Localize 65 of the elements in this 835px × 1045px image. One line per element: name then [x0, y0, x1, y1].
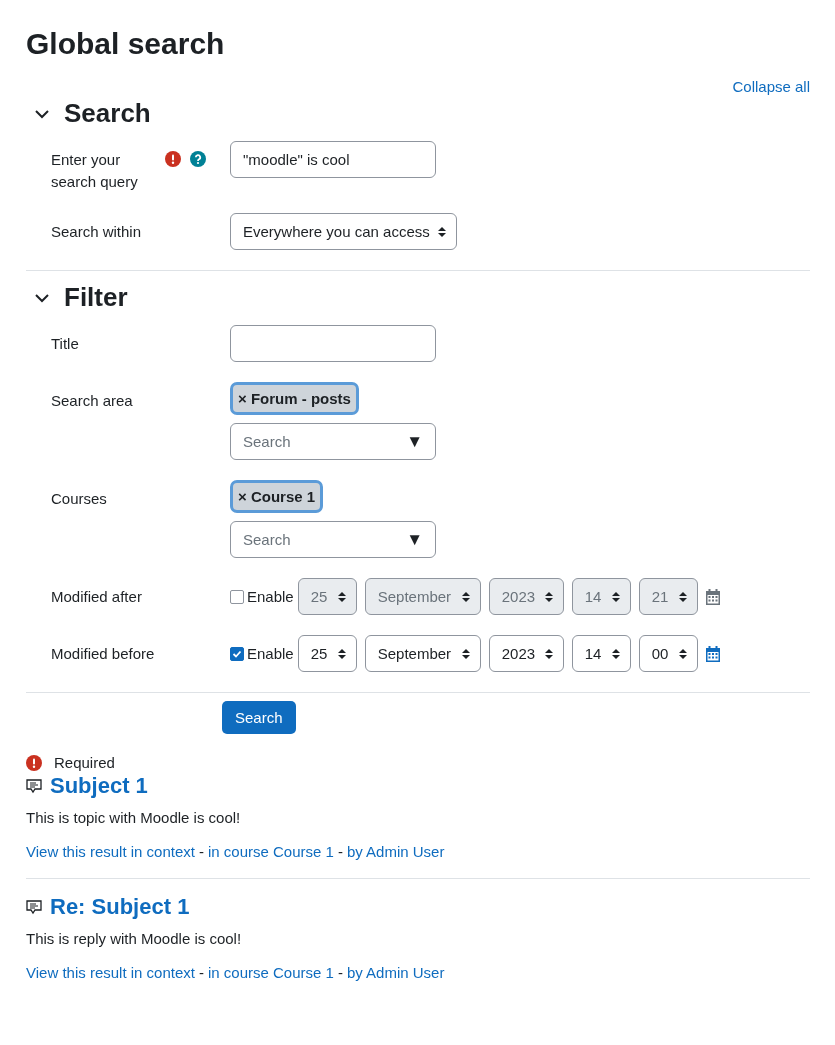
- up-down-arrows-icon: [437, 226, 446, 237]
- separator: -: [199, 963, 204, 983]
- up-down-arrows-icon: [337, 648, 346, 659]
- date-dropdown[interactable]: 2023: [488, 635, 564, 672]
- search-dropdown[interactable]: Search ▼: [230, 423, 436, 460]
- search-button[interactable]: Search: [222, 701, 296, 734]
- search-dropdown[interactable]: Search ▼: [230, 521, 436, 558]
- selected-tag[interactable]: × Forum - posts: [230, 382, 359, 415]
- result-content: This is reply with Moodle is cool!: [26, 929, 243, 949]
- field-label: Title: [51, 334, 79, 354]
- result-link[interactable]: View this result in context: [26, 842, 195, 862]
- section-title[interactable]: Search: [64, 98, 151, 130]
- result-link[interactable]: by Admin User: [346, 963, 445, 983]
- result-link[interactable]: in course Course 1: [208, 963, 334, 983]
- up-down-arrows-icon: [337, 591, 346, 602]
- date-dropdown[interactable]: 25: [297, 635, 357, 672]
- checkbox-label: Enable: [247, 645, 294, 662]
- separator: -: [199, 842, 204, 862]
- date-dropdown[interactable]: 21: [638, 578, 698, 615]
- date-dropdown[interactable]: 00: [638, 635, 698, 672]
- checkbox[interactable]: [230, 646, 244, 661]
- up-down-arrows-icon: [544, 591, 553, 602]
- up-down-arrows-icon: [461, 648, 470, 659]
- checkbox-label: Enable: [247, 588, 294, 605]
- section-title[interactable]: Filter: [64, 282, 128, 314]
- result-content: This is topic with Moodle is cool!: [26, 808, 242, 828]
- field-label: Enter your search query: [51, 150, 139, 192]
- up-down-arrows-icon: [544, 648, 553, 659]
- result-title[interactable]: Re: Subject 1: [50, 893, 190, 921]
- page-title: Global search: [26, 26, 226, 62]
- date-dropdown[interactable]: 2023: [488, 578, 564, 615]
- checkbox[interactable]: [230, 589, 244, 604]
- field-label: Modified before: [51, 644, 155, 664]
- up-down-arrows-icon: [611, 648, 620, 659]
- field-label: Search within: [51, 222, 142, 242]
- up-down-arrows-icon: [461, 591, 470, 602]
- separator: -: [337, 842, 343, 862]
- field-label: Search area: [51, 391, 133, 411]
- result-title[interactable]: Subject 1: [50, 772, 148, 800]
- required-icon: [26, 755, 42, 771]
- forum-post-icon: [26, 899, 42, 915]
- up-down-arrows-icon: [678, 648, 687, 659]
- forum-post-icon: [26, 778, 42, 794]
- required-note: Required: [54, 754, 115, 772]
- checkmark-icon: [232, 648, 242, 659]
- text-field[interactable]: "moodle" is cool: [230, 141, 436, 178]
- text-field[interactable]: [230, 325, 436, 362]
- up-down-arrows-icon: [678, 591, 687, 602]
- field-label: Courses: [51, 489, 107, 509]
- result-link[interactable]: in course Course 1: [208, 842, 334, 862]
- date-dropdown[interactable]: 14: [571, 578, 631, 615]
- separator: -: [337, 963, 343, 983]
- calendar-icon[interactable]: [705, 588, 720, 605]
- result-link[interactable]: by Admin User: [346, 842, 445, 862]
- dropdown[interactable]: Everywhere you can access: [230, 213, 457, 250]
- date-dropdown[interactable]: September: [364, 578, 481, 615]
- calendar-icon[interactable]: [705, 645, 720, 662]
- selected-tag[interactable]: × Course 1: [230, 480, 324, 513]
- collapse-all-link[interactable]: Collapse all: [732, 78, 810, 95]
- result-link[interactable]: View this result in context: [26, 963, 195, 983]
- up-down-arrows-icon: [611, 591, 620, 602]
- field-label: Modified after: [51, 587, 142, 607]
- date-dropdown[interactable]: 25: [297, 578, 357, 615]
- date-dropdown[interactable]: September: [364, 635, 481, 672]
- date-dropdown[interactable]: 14: [571, 635, 631, 672]
